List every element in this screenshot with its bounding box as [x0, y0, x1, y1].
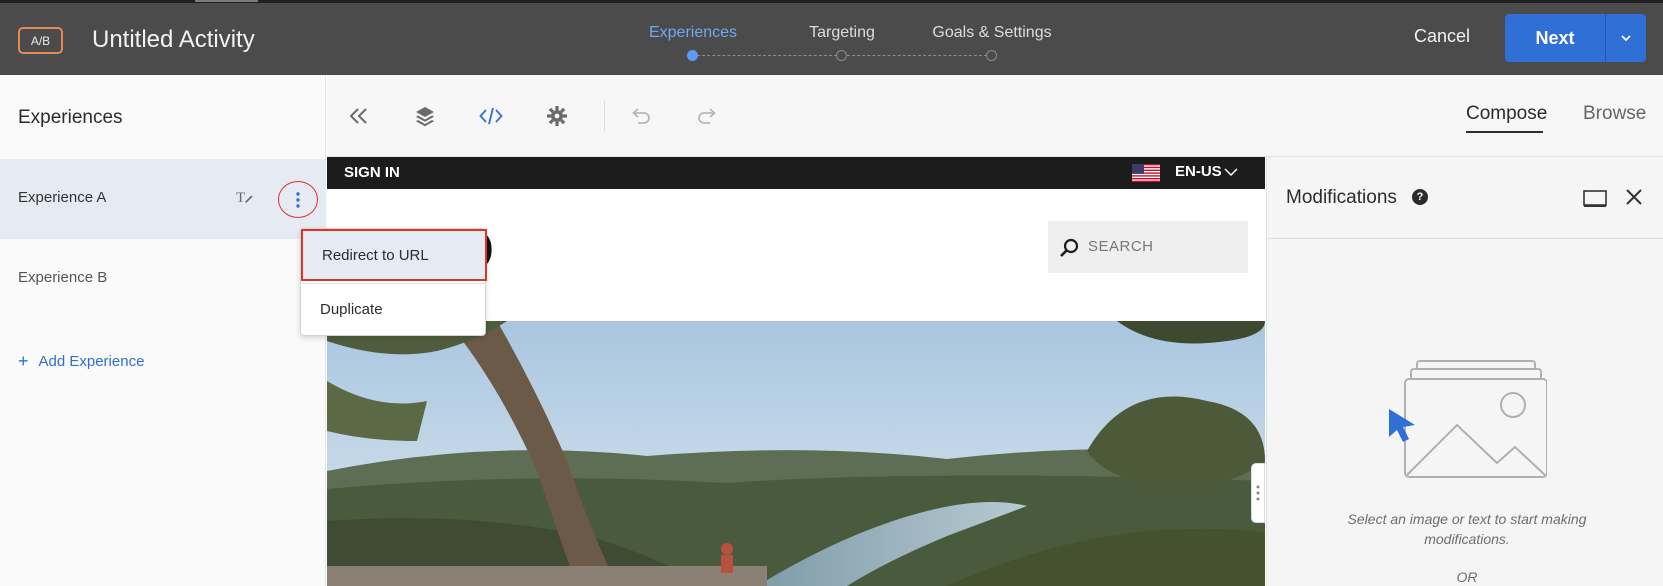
hero-image[interactable]	[327, 321, 1265, 586]
experience-name: Experience A	[18, 189, 107, 206]
modifications-title: Modifications	[1286, 187, 1397, 208]
activity-title[interactable]: Untitled Activity	[92, 26, 255, 54]
site-search-box[interactable]: SEARCH	[1048, 221, 1248, 273]
tab-compose[interactable]: Compose	[1466, 103, 1547, 125]
undo-icon[interactable]	[629, 104, 653, 128]
layers-icon[interactable]	[413, 104, 437, 128]
chevron-down-icon	[1621, 35, 1631, 42]
top-navigation-bar: A/B Untitled Activity Experiences Target…	[0, 0, 1663, 75]
next-options-button[interactable]	[1606, 14, 1646, 62]
modifications-hint: Select an image or text to start making …	[1347, 511, 1587, 547]
us-flag-icon	[1132, 164, 1160, 182]
add-experience-label: Add Experience	[38, 353, 145, 370]
plus-icon: +	[18, 351, 29, 371]
activity-type-badge: A/B	[18, 27, 63, 54]
rename-icon[interactable]: T	[236, 189, 254, 208]
collapse-icon[interactable]	[347, 104, 371, 128]
menu-item-redirect-to-url[interactable]: Redirect to URL	[301, 229, 487, 281]
step-dot-experiences[interactable]	[687, 50, 698, 61]
cancel-button[interactable]: Cancel	[1414, 26, 1470, 47]
next-button[interactable]: Next	[1505, 14, 1605, 62]
editor-toolbar: Compose Browse	[327, 75, 1663, 157]
top-border-accent	[195, 0, 258, 2]
step-experiences[interactable]: Experiences	[649, 24, 737, 42]
sign-in-link[interactable]: SIGN IN	[344, 164, 400, 181]
close-icon[interactable]	[1625, 188, 1643, 206]
step-goals-settings[interactable]: Goals & Settings	[932, 24, 1051, 42]
site-top-bar: SIGN IN EN-US	[327, 157, 1265, 189]
experience-row-a[interactable]: Experience A T	[0, 159, 326, 239]
experiences-panel: Experiences Experience A T Experience B …	[0, 75, 326, 586]
step-connector	[847, 55, 987, 56]
locale-selector[interactable]: EN-US	[1175, 163, 1222, 180]
toolbar-divider	[604, 101, 605, 131]
drag-handle[interactable]	[1251, 463, 1265, 523]
step-connector	[697, 55, 837, 56]
page-preview-canvas[interactable]: SIGN IN EN-US WKND SEARCH	[327, 157, 1265, 586]
add-experience-link[interactable]: + Add Experience	[18, 351, 145, 371]
code-icon[interactable]	[479, 104, 503, 128]
chevron-down-icon	[1224, 168, 1238, 177]
search-placeholder: SEARCH	[1088, 238, 1154, 255]
svg-text:T: T	[236, 190, 245, 205]
experience-context-menu: Redirect to URL Duplicate	[300, 228, 487, 336]
redo-icon[interactable]	[695, 104, 719, 128]
modifications-panel: Modifications ? Select an image or text …	[1266, 157, 1663, 586]
more-options-icon[interactable]	[278, 181, 318, 218]
modifications-header: Modifications ?	[1267, 157, 1663, 239]
settings-icon[interactable]	[545, 104, 569, 128]
modifications-or: OR	[1456, 569, 1478, 585]
step-targeting[interactable]: Targeting	[809, 24, 875, 42]
active-tab-indicator	[1466, 131, 1543, 133]
empty-state-illustration	[1389, 360, 1547, 478]
help-icon[interactable]: ?	[1412, 189, 1428, 205]
search-icon	[1060, 238, 1079, 257]
experiences-panel-title: Experiences	[18, 107, 123, 128]
tab-browse[interactable]: Browse	[1583, 103, 1646, 125]
step-dot-targeting[interactable]	[836, 50, 847, 61]
device-preview-icon[interactable]	[1583, 190, 1607, 208]
menu-item-duplicate[interactable]: Duplicate	[301, 283, 487, 335]
step-dot-goals-settings[interactable]	[986, 50, 997, 61]
next-button-group: Next	[1505, 14, 1646, 62]
experience-row-b[interactable]: Experience B	[0, 239, 326, 319]
experience-name: Experience B	[18, 269, 108, 286]
